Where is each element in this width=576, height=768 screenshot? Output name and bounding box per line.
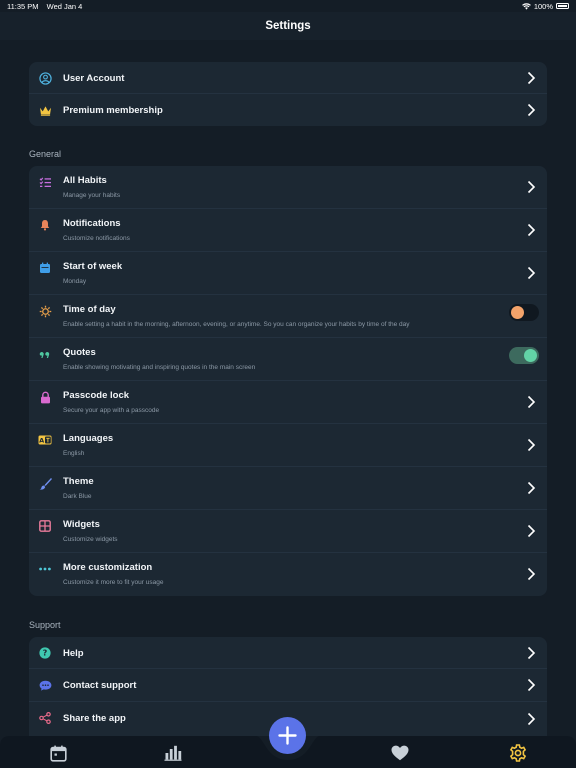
row-subtitle: Customize it more to fit your usage bbox=[63, 579, 164, 586]
chevron-right-icon bbox=[527, 266, 536, 280]
lock-icon bbox=[38, 390, 52, 404]
quotes-toggle[interactable] bbox=[509, 347, 539, 364]
chevron-right-icon bbox=[527, 646, 536, 660]
share-icon bbox=[38, 711, 52, 725]
row-contact-support[interactable]: Contact support bbox=[29, 669, 547, 702]
svg-text:?: ? bbox=[43, 649, 48, 658]
list-check-icon bbox=[38, 175, 52, 189]
plus-icon bbox=[278, 726, 297, 745]
toggle-knob bbox=[511, 306, 524, 319]
chevron-right-icon bbox=[527, 223, 536, 237]
row-subtitle: Dark Blue bbox=[63, 493, 92, 500]
row-title: Theme bbox=[63, 476, 94, 487]
row-title: Start of week bbox=[63, 261, 123, 272]
row-subtitle: Manage your habits bbox=[63, 192, 121, 199]
row-subtitle: Customize notifications bbox=[63, 235, 130, 242]
row-more-customization[interactable]: More customization Customize it more to … bbox=[29, 553, 547, 596]
status-bar: 11:35 PM Wed Jan 4 100% bbox=[0, 0, 576, 12]
battery-icon bbox=[556, 3, 569, 9]
row-title: Passcode lock bbox=[63, 390, 130, 401]
general-card: All Habits Manage your habits Notificati… bbox=[29, 166, 547, 596]
user-circle-icon bbox=[38, 71, 52, 85]
row-subtitle: English bbox=[63, 450, 85, 457]
calendar-icon bbox=[38, 261, 52, 275]
nav-header: Settings bbox=[0, 12, 576, 40]
row-premium[interactable]: Premium membership bbox=[29, 94, 547, 126]
bell-icon bbox=[38, 218, 52, 232]
calendar-tab-icon[interactable] bbox=[48, 743, 68, 763]
chevron-right-icon bbox=[527, 481, 536, 495]
wifi-icon bbox=[521, 2, 531, 10]
row-help[interactable]: ? Help bbox=[29, 637, 547, 669]
row-title: Contact support bbox=[63, 680, 137, 691]
sun-gear-icon bbox=[38, 304, 52, 318]
row-subtitle: Secure your app with a passcode bbox=[63, 407, 160, 414]
crown-icon bbox=[38, 103, 52, 117]
chevron-right-icon bbox=[527, 438, 536, 452]
chevron-right-icon bbox=[527, 524, 536, 538]
add-habit-button[interactable] bbox=[269, 717, 306, 754]
row-notifications[interactable]: Notifications Customize notifications bbox=[29, 209, 547, 252]
battery-percent: 100% bbox=[533, 1, 553, 11]
row-passcode-lock[interactable]: Passcode lock Secure your app with a pas… bbox=[29, 381, 547, 424]
row-subtitle: Monday bbox=[63, 278, 87, 285]
row-title: Time of day bbox=[63, 304, 116, 315]
row-widgets[interactable]: Widgets Customize widgets bbox=[29, 510, 547, 553]
chevron-right-icon bbox=[527, 567, 536, 581]
row-subtitle: Enable showing motivating and inspiring … bbox=[63, 364, 256, 371]
help-icon: ? bbox=[38, 646, 52, 660]
account-card: User Account Premium membership bbox=[29, 62, 547, 126]
row-theme[interactable]: Theme Dark Blue bbox=[29, 467, 547, 510]
row-subtitle: Customize widgets bbox=[63, 536, 118, 543]
language-icon: A bbox=[38, 433, 52, 447]
row-time-of-day: Time of day Enable setting a habit in th… bbox=[29, 295, 547, 338]
row-subtitle: Enable setting a habit in the morning, a… bbox=[63, 321, 410, 328]
row-quotes: Quotes Enable showing motivating and ins… bbox=[29, 338, 547, 381]
chevron-right-icon bbox=[527, 678, 536, 692]
chevron-right-icon bbox=[527, 71, 536, 85]
quote-icon bbox=[38, 347, 52, 361]
toggle-knob bbox=[524, 349, 537, 362]
chevron-right-icon bbox=[527, 103, 536, 117]
row-title: All Habits bbox=[63, 175, 107, 186]
chevron-right-icon bbox=[527, 395, 536, 409]
chevron-right-icon bbox=[527, 180, 536, 194]
row-title: Quotes bbox=[63, 347, 96, 358]
section-label-general: General bbox=[29, 149, 62, 159]
heart-tab-icon[interactable] bbox=[390, 743, 410, 763]
brush-icon bbox=[38, 476, 52, 490]
chat-icon bbox=[38, 678, 52, 692]
more-dots-icon bbox=[38, 562, 52, 576]
row-title: Help bbox=[63, 648, 84, 659]
row-title: User Account bbox=[63, 73, 125, 84]
time-of-day-toggle[interactable] bbox=[509, 304, 539, 321]
status-time: 11:35 PM bbox=[7, 1, 39, 11]
stats-tab-icon[interactable] bbox=[163, 743, 183, 763]
row-title: More customization bbox=[63, 562, 153, 573]
row-all-habits[interactable]: All Habits Manage your habits bbox=[29, 166, 547, 209]
widgets-icon bbox=[38, 519, 52, 533]
row-title: Languages bbox=[63, 433, 114, 444]
settings-tab-icon[interactable] bbox=[508, 743, 528, 763]
row-languages[interactable]: A Languages English bbox=[29, 424, 547, 467]
row-start-of-week[interactable]: Start of week Monday bbox=[29, 252, 547, 295]
row-title: Widgets bbox=[63, 519, 100, 530]
row-user-account[interactable]: User Account bbox=[29, 62, 547, 94]
status-date: Wed Jan 4 bbox=[46, 1, 83, 11]
row-title: Share the app bbox=[63, 713, 126, 724]
page-title: Settings bbox=[265, 20, 311, 32]
row-title: Premium membership bbox=[63, 105, 163, 116]
section-label-support: Support bbox=[29, 620, 61, 630]
svg-text:A: A bbox=[39, 437, 44, 445]
chevron-right-icon bbox=[527, 712, 536, 726]
row-title: Notifications bbox=[63, 218, 121, 229]
